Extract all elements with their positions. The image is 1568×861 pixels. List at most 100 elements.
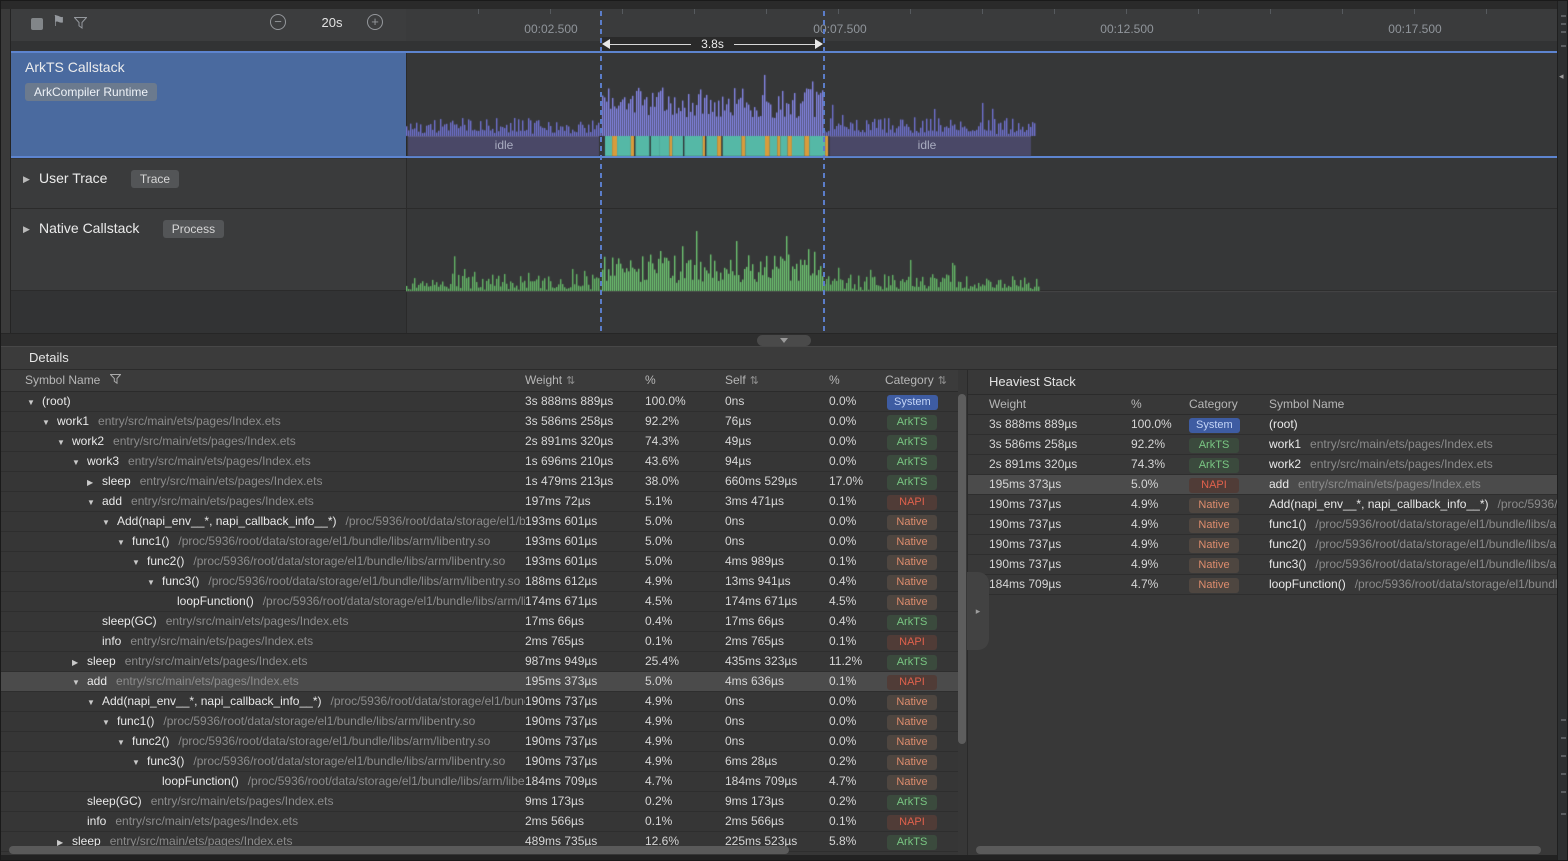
collapse-arrow-icon[interactable]: ▼	[57, 433, 72, 451]
heaviest-stack-row[interactable]: 3s 888ms 889µs100.0%System(root)	[968, 415, 1557, 435]
collapse-arrow-icon[interactable]: ▼	[87, 693, 102, 711]
column-header-self-pct[interactable]: %	[829, 370, 885, 391]
column-header-symbol-name[interactable]: Symbol Name	[1269, 395, 1557, 414]
collapse-arrow-icon[interactable]: ▼	[147, 573, 162, 591]
column-header-self[interactable]: Self⇅	[725, 370, 829, 391]
column-header-category[interactable]: Category⇅	[885, 370, 958, 391]
arkts-activity-chart[interactable]	[406, 53, 1557, 157]
weight-value: 193ms 601µs	[525, 512, 645, 531]
ruler-minor-tick	[766, 9, 767, 14]
column-header-symbol-name[interactable]: Symbol Name	[1, 370, 525, 391]
table-row[interactable]: infoentry/src/main/ets/pages/Index.ets2m…	[1, 812, 958, 832]
timeline-ruler[interactable]: 00:02.500 00:07.500 00:12.500 00:17.500	[406, 9, 1557, 42]
weight-value: 1s 479ms 213µs	[525, 472, 645, 491]
zoom-in-button[interactable]: +	[367, 14, 383, 30]
selection-measure-bar[interactable]: 3.8s	[602, 37, 823, 51]
heaviest-stack-row[interactable]: 2s 891ms 320µs74.3%ArkTSwork2entry/src/m…	[968, 455, 1557, 475]
panel-divider[interactable]	[1, 333, 1568, 347]
heaviest-stack-row[interactable]: 190ms 737µs4.9%Nativefunc3()/proc/5936/r…	[968, 555, 1557, 575]
expand-arrow-icon[interactable]: ▶	[23, 224, 39, 235]
category-cell: ArkTS	[885, 412, 958, 431]
track-native-callstack[interactable]: ▶Native Callstack Process	[11, 209, 406, 290]
category-cell: Native	[885, 532, 958, 551]
heaviest-stack-row[interactable]: 3s 586ms 258µs92.2%ArkTSwork1entry/src/m…	[968, 435, 1557, 455]
expand-arrow-icon[interactable]: ▶	[23, 174, 39, 185]
symbol-name: add	[102, 494, 122, 508]
collapse-arrow-icon[interactable]: ▼	[102, 513, 117, 531]
column-header-weight-pct[interactable]: %	[645, 370, 725, 391]
table-row[interactable]: ▼work1entry/src/main/ets/pages/Index.ets…	[1, 412, 958, 432]
sort-icon[interactable]: ⇅	[750, 375, 759, 387]
heaviest-stack-row[interactable]: 190ms 737µs4.9%Nativefunc1()/proc/5936/r…	[968, 515, 1557, 535]
table-row[interactable]: loopFunction()/proc/5936/root/data/stora…	[1, 592, 958, 612]
table-row[interactable]: ▼func3()/proc/5936/root/data/storage/el1…	[1, 572, 958, 592]
heaviest-stack-panel: Heaviest Stack Weight % Category Symbol …	[968, 370, 1557, 855]
track-arkts-callstack[interactable]: ArkTS Callstack ArkCompiler Runtime	[11, 53, 406, 156]
expand-arrow-icon[interactable]: ▶	[87, 473, 102, 491]
table-row[interactable]: ▼func2()/proc/5936/root/data/storage/el1…	[1, 552, 958, 572]
sort-icon[interactable]: ⇅	[938, 375, 947, 387]
table-row[interactable]: ▼addentry/src/main/ets/pages/Index.ets19…	[1, 672, 958, 692]
table-row[interactable]: sleep(GC)entry/src/main/ets/pages/Index.…	[1, 792, 958, 812]
heaviest-stack-row[interactable]: 184ms 709µs4.7%NativeloopFunction()/proc…	[968, 575, 1557, 595]
filter-icon[interactable]	[74, 17, 87, 32]
table-row[interactable]: ▼work2entry/src/main/ets/pages/Index.ets…	[1, 432, 958, 452]
zoom-out-button[interactable]: −	[270, 14, 286, 30]
column-header-weight[interactable]: Weight	[989, 395, 1131, 414]
table-row[interactable]: sleep(GC)entry/src/main/ets/pages/Index.…	[1, 612, 958, 632]
table-row[interactable]: ▼func3()/proc/5936/root/data/storage/el1…	[1, 752, 958, 772]
column-header-weight[interactable]: Weight⇅	[525, 370, 645, 391]
table-row[interactable]: ▼work3entry/src/main/ets/pages/Index.ets…	[1, 452, 958, 472]
symbol-cell: loopFunction()/proc/5936/root/data/stora…	[1, 772, 525, 791]
heaviest-stack-row[interactable]: 190ms 737µs4.9%Nativefunc2()/proc/5936/r…	[968, 535, 1557, 555]
native-activity-chart[interactable]	[406, 209, 1557, 333]
collapse-arrow-icon[interactable]: ▼	[42, 413, 57, 431]
symbol-cell: infoentry/src/main/ets/pages/Index.ets	[1, 812, 525, 831]
table-row[interactable]: ▼func1()/proc/5936/root/data/storage/el1…	[1, 712, 958, 732]
collapse-arrow-icon[interactable]: ▼	[117, 533, 132, 551]
horizontal-scrollbar-thumb-left[interactable]	[9, 846, 789, 854]
collapse-arrow-icon[interactable]: ▼	[102, 713, 117, 731]
collapse-arrow-icon[interactable]: ▼	[72, 453, 87, 471]
weight-pct: 4.5%	[645, 592, 725, 611]
filter-icon[interactable]	[110, 374, 121, 384]
table-row[interactable]: ▼func2()/proc/5936/root/data/storage/el1…	[1, 732, 958, 752]
weight-value: 190ms 737µs	[525, 712, 645, 731]
collapse-arrow-icon[interactable]: ▼	[27, 393, 42, 411]
collapse-details-handle[interactable]	[757, 335, 811, 346]
table-row[interactable]: ▼Add(napi_env__*, napi_callback_info__*)…	[1, 512, 958, 532]
collapse-arrow-icon[interactable]: ▼	[132, 753, 147, 771]
expand-arrow-icon[interactable]: ▶	[72, 653, 87, 671]
heaviest-stack-row[interactable]: 190ms 737µs4.9%NativeAdd(napi_env__*, na…	[968, 495, 1557, 515]
table-row[interactable]: loopFunction()/proc/5936/root/data/stora…	[1, 772, 958, 792]
collapse-left-icon[interactable]: ◂	[1559, 71, 1564, 82]
selection-end-handle[interactable]	[823, 11, 825, 333]
column-header-weight-pct[interactable]: %	[1131, 395, 1189, 414]
table-row[interactable]: ▼Add(napi_env__*, napi_callback_info__*)…	[1, 692, 958, 712]
right-rail[interactable]: ◂	[1557, 1, 1568, 861]
horizontal-scrollbar-thumb-right[interactable]	[976, 846, 1541, 854]
collapse-arrow-icon[interactable]: ▼	[117, 733, 132, 751]
table-row[interactable]: ▶sleepentry/src/main/ets/pages/Index.ets…	[1, 652, 958, 672]
track-user-trace[interactable]: ▶User Trace Trace	[11, 159, 406, 208]
stop-icon[interactable]	[31, 18, 43, 30]
table-row[interactable]: ▼(root)3s 888ms 889µs100.0%0ns0.0%System	[1, 392, 958, 412]
table-row[interactable]: ▼addentry/src/main/ets/pages/Index.ets19…	[1, 492, 958, 512]
selection-start-handle[interactable]	[600, 11, 602, 333]
ruler-minor-tick	[838, 9, 839, 14]
table-row[interactable]: infoentry/src/main/ets/pages/Index.ets2m…	[1, 632, 958, 652]
weight-value: 193ms 601µs	[525, 552, 645, 571]
collapse-arrow-icon[interactable]: ▼	[132, 553, 147, 571]
category-cell: System	[885, 392, 958, 411]
table-row[interactable]: ▶sleepentry/src/main/ets/pages/Index.ets…	[1, 472, 958, 492]
flag-icon[interactable]: ⚑	[52, 12, 65, 30]
vertical-scrollbar-thumb[interactable]	[958, 394, 966, 744]
expand-panel-handle[interactable]: ▸	[967, 572, 989, 650]
sort-icon[interactable]: ⇅	[566, 375, 575, 387]
collapse-arrow-icon[interactable]: ▼	[72, 673, 87, 691]
column-header-category[interactable]: Category	[1189, 395, 1269, 414]
heaviest-stack-row[interactable]: 195ms 373µs5.0%NAPIaddentry/src/main/ets…	[968, 475, 1557, 495]
collapse-arrow-icon[interactable]: ▼	[87, 493, 102, 511]
table-row[interactable]: ▼func1()/proc/5936/root/data/storage/el1…	[1, 532, 958, 552]
weight-value: 197ms 72µs	[525, 492, 645, 511]
